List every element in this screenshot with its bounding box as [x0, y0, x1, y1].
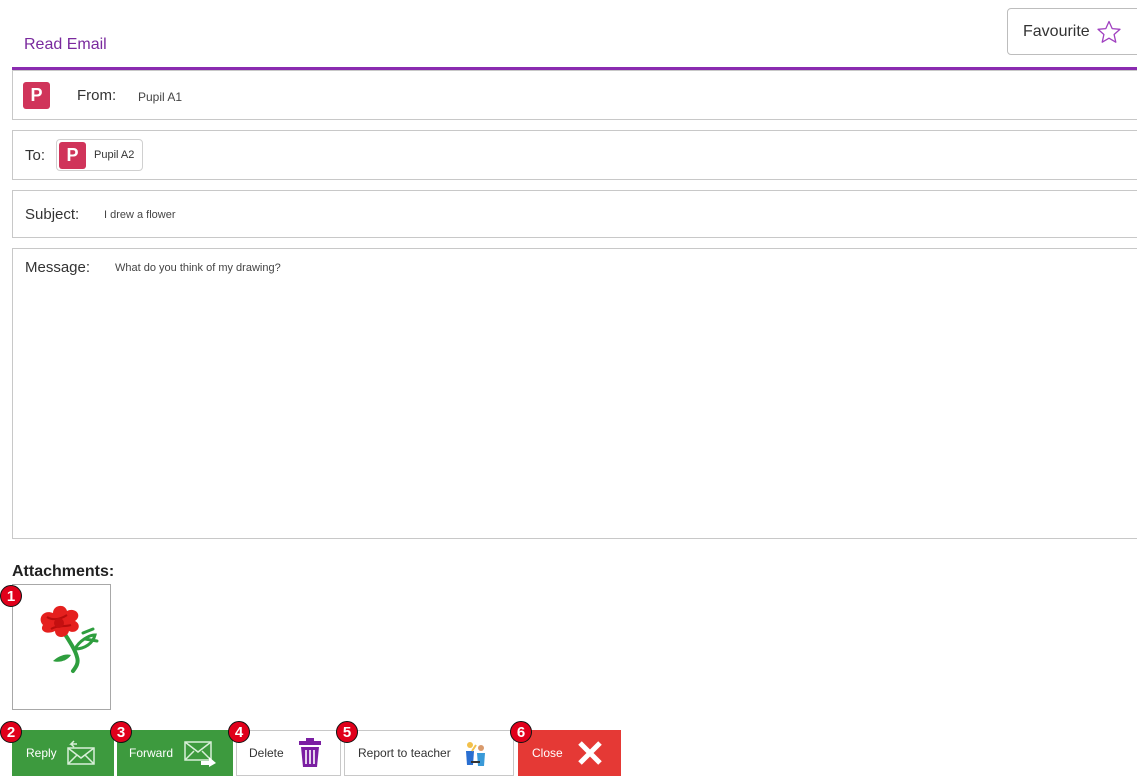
callout-badge-4: 4 [228, 721, 250, 743]
forward-label: Forward [129, 746, 174, 760]
trash-icon [298, 738, 321, 767]
callout-badge-6: 6 [510, 721, 532, 743]
recipient-chip[interactable]: P Pupil A2 [56, 139, 144, 171]
favourite-button[interactable]: Favourite [1007, 8, 1137, 55]
to-avatar: P [59, 141, 86, 169]
reply-label: Reply [26, 746, 57, 760]
message-label: Message: [25, 259, 91, 276]
page-title: Read Email [24, 36, 107, 53]
delete-button[interactable]: Delete [236, 730, 341, 776]
subject-field: Subject: I drew a flower [12, 190, 1137, 238]
close-button[interactable]: Close [518, 730, 621, 776]
close-x-icon [577, 741, 602, 765]
star-outline-icon [1097, 20, 1121, 43]
to-label: To: [25, 147, 46, 164]
from-label: From: [77, 87, 117, 104]
forward-envelope-icon [184, 741, 217, 767]
flower-drawing-image [40, 605, 99, 673]
favourite-label: Favourite [1023, 22, 1090, 40]
attachments-label: Attachments: [12, 563, 115, 580]
message-body: What do you think of my drawing? [115, 262, 281, 274]
from-avatar: P [23, 82, 50, 109]
from-value: Pupil A1 [138, 90, 183, 104]
callout-badge-5: 5 [336, 721, 358, 743]
to-value: Pupil A2 [94, 149, 135, 161]
attachment-thumbnail[interactable] [12, 584, 111, 710]
from-field: P From: Pupil A1 [12, 70, 1137, 120]
subject-value: I drew a flower [104, 209, 176, 221]
report-teacher-icon [465, 742, 485, 766]
close-label: Close [532, 746, 563, 760]
callout-badge-3: 3 [110, 721, 132, 743]
subject-label: Subject: [25, 206, 80, 223]
forward-button[interactable]: Forward [117, 730, 233, 776]
to-field: To: P Pupil A2 [12, 130, 1137, 180]
callout-badge-1: 1 [0, 585, 22, 607]
message-field[interactable]: Message: What do you think of my drawing… [12, 248, 1137, 539]
report-label: Report to teacher [358, 746, 451, 760]
reply-envelope-icon [66, 740, 95, 765]
reply-button[interactable]: Reply [12, 730, 114, 776]
callout-badge-2: 2 [0, 721, 22, 743]
report-to-teacher-button[interactable]: Report to teacher [344, 730, 514, 776]
delete-label: Delete [249, 746, 284, 760]
